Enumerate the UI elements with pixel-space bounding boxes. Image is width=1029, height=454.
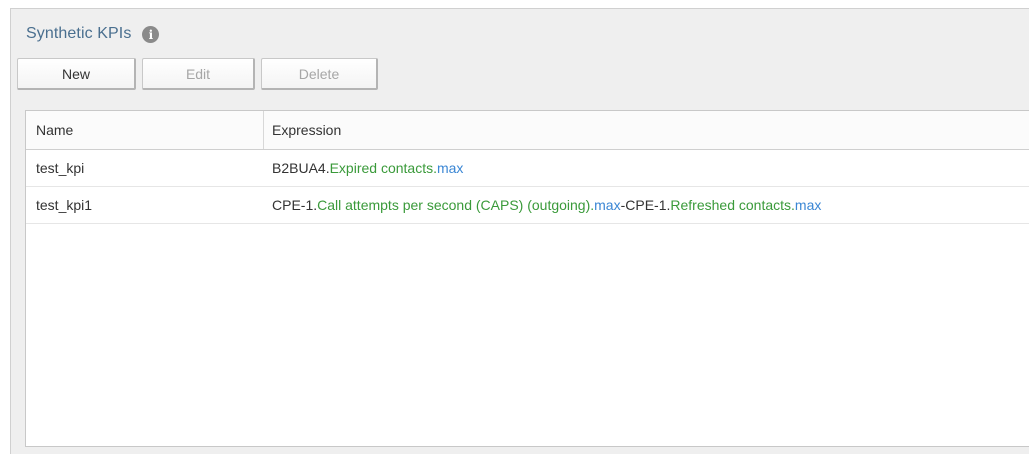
column-header-name[interactable]: Name [26, 111, 264, 149]
expression-aggregate: max [794, 197, 822, 213]
expression-entity: B2BUA4. [272, 160, 330, 176]
expression-metric: Call attempts per second (CAPS) (outgoin… [317, 197, 591, 213]
table-row[interactable]: test_kpi1 CPE-1. Call attempts per second… [26, 187, 1029, 224]
toolbar: New Edit Delete [17, 58, 378, 91]
expression-entity: CPE-1. [272, 197, 318, 213]
expression-aggregate: max [436, 160, 464, 176]
expression-entity: -CPE-1. [620, 197, 671, 213]
kpi-name-cell: test_kpi [36, 160, 85, 176]
expression-aggregate: max [594, 197, 621, 213]
new-button[interactable]: New [17, 58, 136, 90]
panel-title: Synthetic KPIs [26, 25, 132, 42]
expression-metric: Refreshed contacts [670, 197, 792, 213]
kpi-expression-cell: B2BUA4. Expired contacts. max [264, 150, 1029, 186]
panel-header: Synthetic KPIs i [26, 23, 160, 45]
table-row[interactable]: test_kpi B2BUA4. Expired contacts. max [26, 150, 1029, 187]
column-header-expression[interactable]: Expression [264, 111, 1029, 149]
kpi-table: Name Expression test_kpi B2BUA4. Expired … [25, 110, 1029, 447]
edit-button[interactable]: Edit [142, 58, 255, 90]
table-header: Name Expression [26, 111, 1029, 150]
info-icon[interactable]: i [142, 26, 160, 43]
delete-button[interactable]: Delete [261, 58, 378, 90]
kpi-name-cell: test_kpi1 [36, 197, 93, 213]
expression-metric: Expired contacts [329, 160, 434, 176]
kpi-expression-cell: CPE-1. Call attempts per second (CAPS) (o… [264, 187, 1029, 223]
